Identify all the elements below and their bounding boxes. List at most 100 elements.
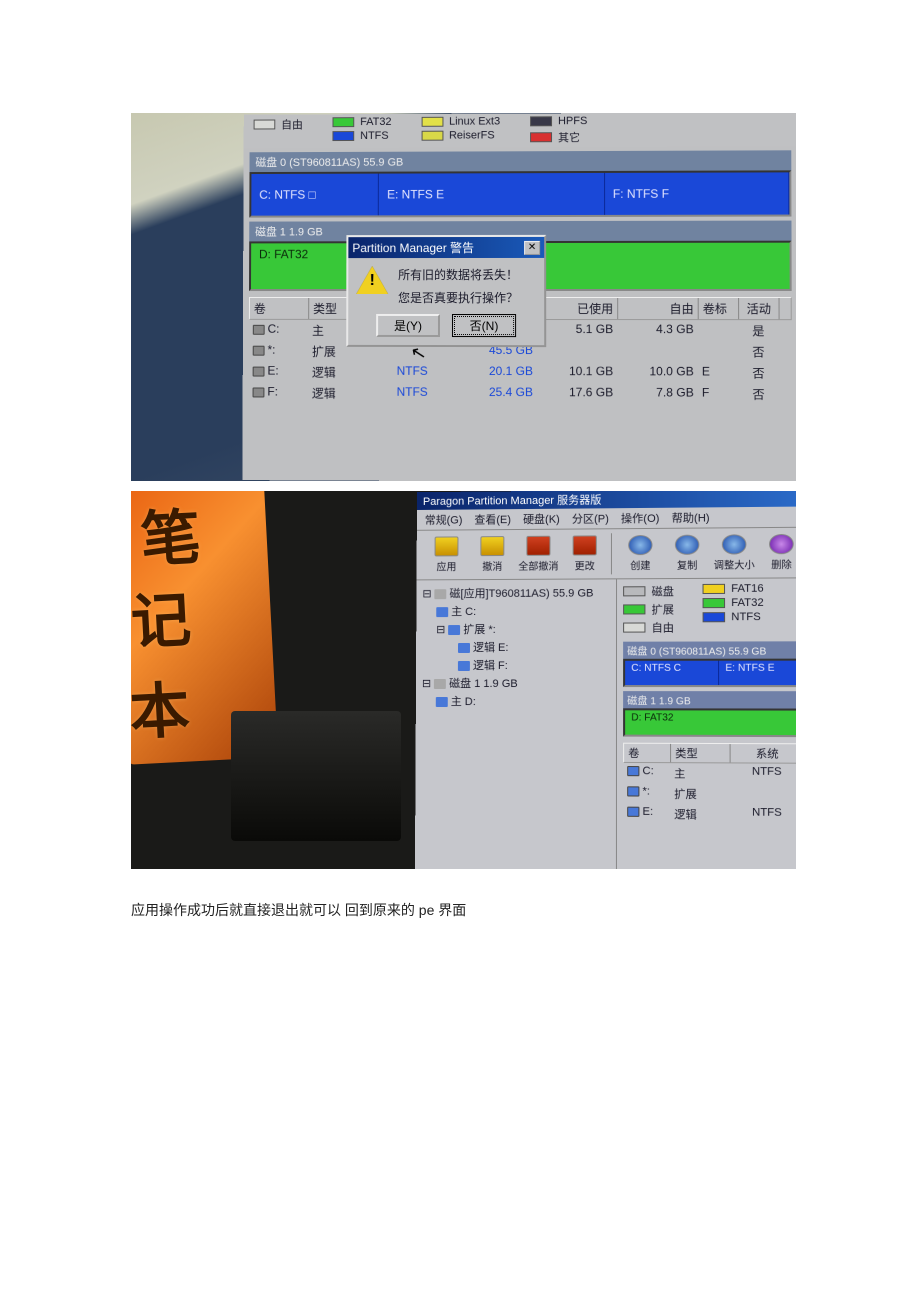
toolbar-undo-label: 撤消: [482, 558, 502, 573]
tree-ext[interactable]: ⊟ 扩展 *:: [418, 620, 614, 639]
dialog-no-button[interactable]: 否(N): [452, 314, 516, 337]
resize-icon: [722, 534, 747, 554]
toolbar-resize-label: 调整大小: [714, 556, 755, 571]
s2-th-type[interactable]: 类型: [671, 744, 731, 763]
toolbar-change-button[interactable]: 更改: [562, 533, 606, 574]
s2-th-sys[interactable]: 系统: [731, 744, 796, 763]
toolbar-delete-button[interactable]: 删除: [759, 532, 796, 574]
toolbar-undo-button[interactable]: 撤消: [470, 534, 514, 575]
th-free[interactable]: 自由: [618, 298, 699, 319]
legend-free: 自由: [281, 116, 303, 132]
dialog-titlebar[interactable]: Partition Manager 警告 ✕: [348, 237, 544, 258]
s2-table-head: 卷 类型 系统 大小 已: [623, 743, 796, 764]
menu-general[interactable]: 常规(G): [425, 512, 463, 528]
swatch-reiser: [421, 131, 443, 141]
table-row[interactable]: *:扩展45.5 GB: [623, 783, 796, 805]
menu-view[interactable]: 查看(E): [474, 511, 511, 527]
dialog-yes-button[interactable]: 是(Y): [376, 314, 440, 337]
neon-glyph-2: 记: [131, 571, 193, 661]
table-row[interactable]: C:主NTFS10.4 GB: [623, 763, 796, 785]
tree-f[interactable]: 逻辑 F:: [418, 656, 614, 674]
s2-disk1-bar: 磁盘 1 1.9 GB D: FAT32: [623, 691, 796, 737]
tree-e-label: 逻辑 E:: [473, 642, 509, 654]
disk-tree: ⊟ 磁[应用]T960811AS) 55.9 GB 主 C: ⊟ 扩展 *: 逻…: [415, 579, 617, 869]
partition-e[interactable]: E: NTFS E: [379, 173, 605, 215]
legend-fat32: FAT32: [360, 116, 391, 128]
th-used[interactable]: 已使用: [538, 298, 618, 319]
legend-ext: 扩展: [652, 601, 674, 617]
create-icon: [628, 535, 652, 555]
s2-th-vol[interactable]: 卷: [624, 744, 671, 762]
tree-e[interactable]: 逻辑 E:: [418, 638, 614, 656]
tree-d[interactable]: 主 D:: [418, 692, 614, 710]
tree-disk1-label: 磁盘 1 1.9 GB: [449, 678, 518, 690]
menu-operate[interactable]: 操作(O): [621, 510, 659, 526]
undo-icon: [480, 536, 504, 556]
partition-c[interactable]: C: NTFS □: [251, 174, 379, 216]
menu-help[interactable]: 帮助(H): [672, 509, 710, 525]
warning-icon: !: [356, 266, 388, 294]
screenshot-1: 自由 FAT32 NTFS Linux Ext3 ReiserFS HPFS 其…: [131, 113, 796, 481]
menu-bar: 常规(G) 查看(E) 硬盘(K) 分区(P) 操作(O) 帮助(H): [417, 507, 796, 531]
toolbar-copy-label: 复制: [677, 557, 697, 572]
swatch-fat16: [703, 584, 726, 594]
s2-partition-c[interactable]: C: NTFS C: [625, 661, 718, 685]
swatch-free-2: [623, 622, 645, 632]
swatch-ntfs-2: [703, 612, 726, 622]
warning-dialog: Partition Manager 警告 ✕ ! 所有旧的数据将丢失！ 您是否真…: [346, 235, 546, 347]
th-label[interactable]: 卷标: [699, 298, 739, 319]
table-row[interactable]: E:逻辑NTFS20.1 GB10.1 GB10.0 GBE否: [249, 362, 792, 384]
swatch-fat32: [332, 117, 354, 127]
legend-hpfs: HPFS: [558, 115, 587, 127]
right-pane: 磁盘 扩展 自由 FAT16 FAT32 NTFS 磁盘 0 (ST960811…: [617, 578, 796, 869]
toolbar-create-label: 创建: [630, 557, 650, 572]
legend-ntfs-2: NTFS: [731, 611, 761, 623]
screenshot-2: 笔 记 本 Paragon Partition Manager 服务器版 常规(…: [131, 491, 796, 869]
toolbar-apply-button[interactable]: 应用: [425, 534, 469, 575]
toolbar: 应用 撤消 全部撤消 更改 创建 复制 调整大小 删除: [417, 528, 796, 581]
table-row[interactable]: E:逻辑NTFS20.1 GB10: [623, 804, 796, 826]
toolbar-create-button[interactable]: 创建: [618, 533, 663, 574]
apply-icon: [435, 536, 459, 556]
legend-fat32-2: FAT32: [731, 597, 763, 609]
dialog-message-2: 您是否真要执行操作？: [398, 289, 518, 306]
tree-ext-label: 扩展 *:: [463, 624, 495, 636]
tree-disk0[interactable]: ⊟ 磁[应用]T960811AS) 55.9 GB: [418, 583, 614, 602]
swatch-ext3: [421, 117, 443, 127]
s2-partition-d[interactable]: D: FAT32: [625, 710, 796, 735]
toolbar-copy-button[interactable]: 复制: [665, 533, 710, 575]
partition-f[interactable]: F: NTFS F: [605, 172, 790, 215]
menu-disk[interactable]: 硬盘(K): [523, 511, 560, 527]
swatch-ext: [623, 604, 645, 614]
delete-icon: [769, 534, 794, 554]
legend-reiser: ReiserFS: [449, 129, 495, 141]
toolbar-undoall-label: 全部撤消: [518, 558, 558, 573]
th-active[interactable]: 活动: [739, 298, 780, 319]
caption-text: 应用操作成功后就直接退出就可以 回到原来的 pe 界面: [131, 900, 466, 920]
drive-icon: [458, 661, 470, 671]
toolbar-change-label: 更改: [575, 557, 595, 572]
change-icon: [573, 535, 597, 555]
swatch-hpfs: [530, 116, 552, 126]
th-volume[interactable]: 卷: [250, 298, 309, 319]
menu-partition[interactable]: 分区(P): [572, 510, 609, 526]
s2-disk1-header: 磁盘 1 1.9 GB: [623, 691, 796, 709]
dialog-message-1: 所有旧的数据将丢失！: [398, 266, 518, 283]
legend-free-2: 自由: [652, 619, 674, 635]
s2-partition-e[interactable]: E: NTFS E: [718, 661, 796, 686]
filesystem-legend: 自由 FAT32 NTFS Linux Ext3 ReiserFS HPFS 其…: [244, 113, 796, 148]
toolbar-undoall-button[interactable]: 全部撤消: [516, 534, 560, 575]
partition-d-label: D: FAT32: [259, 247, 308, 261]
s2-volume-rows: C:主NTFS10.4 GB*:扩展45.5 GBE:逻辑NTFS20.1 GB…: [623, 763, 796, 826]
table-row[interactable]: F:逻辑NTFS25.4 GB17.6 GB7.8 GBF否: [249, 382, 792, 404]
drive-icon: [448, 625, 460, 635]
tree-c[interactable]: 主 C:: [418, 601, 614, 620]
tree-disk1[interactable]: ⊟ 磁盘 1 1.9 GB: [418, 674, 614, 692]
toolbar-resize-button[interactable]: 调整大小: [712, 532, 757, 574]
tree-f-label: 逻辑 F:: [473, 660, 508, 672]
toolbar-apply-label: 应用: [436, 558, 456, 573]
swatch-fat32-2: [703, 598, 726, 608]
dialog-close-button[interactable]: ✕: [524, 240, 540, 254]
background-monitor: [231, 711, 401, 841]
toolbar-delete-label: 删除: [771, 556, 792, 571]
